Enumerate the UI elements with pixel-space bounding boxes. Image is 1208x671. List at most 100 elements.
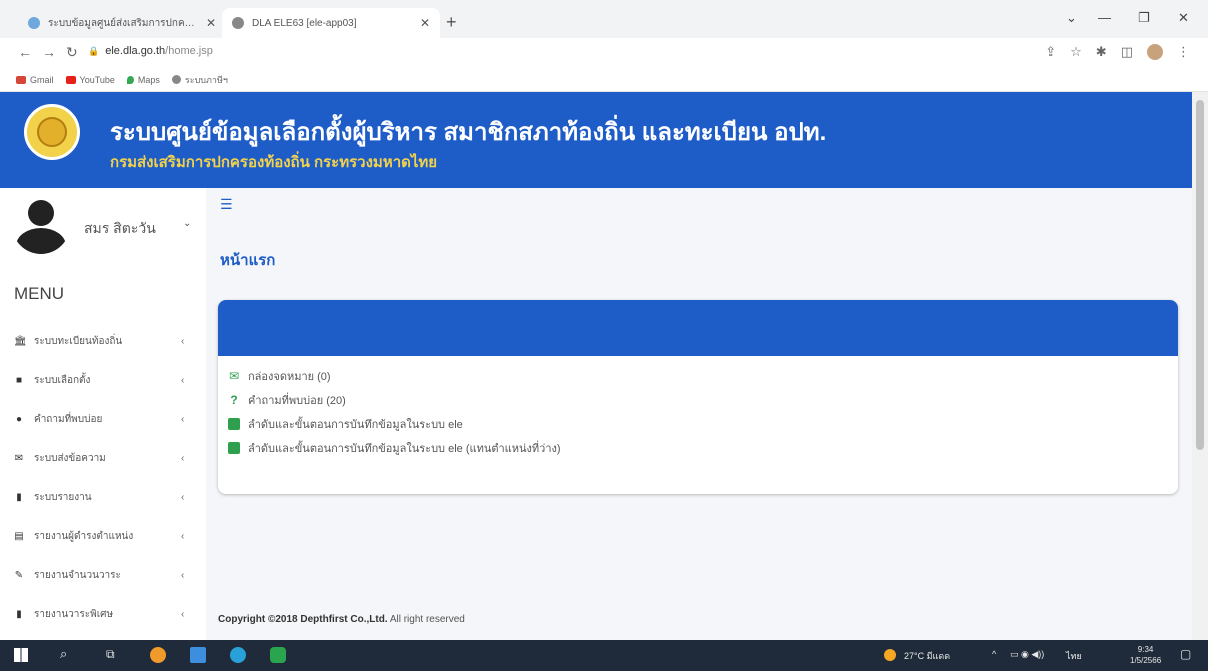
site-title: ระบบศูนย์ข้อมูลเลือกตั้งผู้บริหาร สมาชิก… bbox=[110, 119, 827, 146]
footer-rights: All right reserved bbox=[387, 614, 465, 625]
browser-tab-2[interactable]: DLA ELE63 [ele-app03] ✕ bbox=[222, 8, 440, 38]
chevron-left-icon: ‹ bbox=[181, 453, 185, 464]
envelope-icon: ✉ bbox=[14, 453, 24, 464]
sidebar-item-officeholder-report[interactable]: ▤ รายงานผู้ดำรงตำแหน่ง ‹ bbox=[0, 517, 206, 556]
sidebar-item-special-term-report[interactable]: ▮ รายงานวาระพิเศษ ‹ bbox=[0, 595, 206, 634]
inbox-icon: ✉ bbox=[228, 369, 240, 383]
bookmark-tax[interactable]: ระบบภาษีฯ bbox=[171, 73, 228, 87]
sidepanel-icon[interactable]: ◫ bbox=[1121, 44, 1133, 60]
notification-icon[interactable]: ▢ bbox=[1180, 647, 1191, 661]
chevron-left-icon: ‹ bbox=[181, 414, 185, 425]
maps-icon bbox=[126, 75, 134, 84]
book-icon bbox=[228, 442, 240, 454]
bookmark-maps[interactable]: Maps bbox=[126, 75, 160, 85]
url-path: /home.jsp bbox=[165, 45, 213, 57]
tab-favicon-icon bbox=[232, 17, 244, 29]
search-icon[interactable]: ⌕ bbox=[60, 646, 67, 662]
globe-icon bbox=[171, 75, 181, 84]
sidebar-item-faq[interactable]: ● คำถามที่พบบ่อย ‹ bbox=[0, 400, 206, 439]
briefcase-icon: ■ bbox=[15, 375, 23, 386]
edge-icon[interactable] bbox=[230, 647, 246, 663]
chevron-left-icon: ‹ bbox=[181, 609, 185, 620]
browser-tab-1[interactable]: ระบบข้อมูลศูนย์ส่งเสริมการปกครอง... ✕ bbox=[18, 8, 226, 38]
windows-taskbar: ⌕ ⧉ 27°C มีแดด ^ ▭ ◉ ◀)) ไทย 9:34 1/5/25… bbox=[0, 640, 1208, 671]
user-avatar-icon bbox=[12, 196, 70, 254]
sidebar-item-term-count-report[interactable]: ✎ รายงานจำนวนวาระ ‹ bbox=[0, 556, 206, 595]
close-tab-icon[interactable]: ✕ bbox=[206, 16, 216, 30]
sidebar-item-local-registry[interactable]: 🏛 ระบบทะเบียนท้องถิ่น ‹ bbox=[0, 322, 206, 361]
tab-search-icon[interactable]: ⌄ bbox=[1066, 10, 1077, 26]
tray-chevron-icon[interactable]: ^ bbox=[992, 649, 996, 659]
task-view-icon[interactable]: ⧉ bbox=[106, 647, 115, 662]
link-list: ✉ กล่องจดหมาย (0) ? คำถามที่พบบ่อย (20) … bbox=[218, 356, 1178, 460]
bookmark-gmail[interactable]: Gmail bbox=[16, 75, 54, 85]
question-icon: ? bbox=[230, 393, 238, 407]
sidebar-item-election[interactable]: ■ ระบบเลือกตั้ง ‹ bbox=[0, 361, 206, 400]
reload-icon[interactable]: ↻ bbox=[66, 44, 78, 61]
bank-icon: 🏛 bbox=[14, 336, 27, 347]
chevron-left-icon: ‹ bbox=[181, 375, 185, 386]
new-tab-icon[interactable]: + bbox=[446, 12, 457, 33]
chevron-left-icon: ‹ bbox=[181, 336, 185, 347]
bookmark-youtube[interactable]: YouTube bbox=[65, 75, 115, 85]
clock[interactable]: 9:34 1/5/2566 bbox=[1130, 644, 1161, 666]
sidebar: สมร สิตะวัน ⌄ MENU 🏛 ระบบทะเบียนท้องถิ่น… bbox=[0, 188, 206, 640]
language-indicator[interactable]: ไทย bbox=[1066, 649, 1082, 663]
file-explorer-icon[interactable] bbox=[190, 647, 206, 663]
sidebar-item-messaging[interactable]: ✉ ระบบส่งข้อความ ‹ bbox=[0, 439, 206, 478]
browser-tab-bar: ระบบข้อมูลศูนย์ส่งเสริมการปกครอง... ✕ DL… bbox=[0, 0, 1208, 38]
youtube-icon bbox=[65, 75, 76, 84]
chevron-left-icon: ‹ bbox=[181, 531, 185, 542]
chrome-taskbar-icon[interactable] bbox=[150, 647, 166, 663]
weather-icon bbox=[884, 649, 896, 661]
chevron-left-icon: ‹ bbox=[181, 570, 185, 581]
close-tab-icon[interactable]: ✕ bbox=[420, 16, 430, 30]
dla-seal-logo bbox=[24, 104, 80, 160]
minimize-icon[interactable]: — bbox=[1098, 10, 1111, 25]
weather-text[interactable]: 27°C มีแดด bbox=[904, 649, 950, 663]
file-icon: ▮ bbox=[16, 492, 22, 503]
url-domain: ele.dla.go.th bbox=[105, 45, 166, 57]
gmail-icon bbox=[16, 75, 26, 84]
page-title: หน้าแรก bbox=[220, 252, 276, 269]
user-dropdown-icon[interactable]: ⌄ bbox=[183, 218, 191, 229]
main-content: ☰ หน้าแรก ✉ กล่องจดหมาย (0) ? คำถามที่พบ… bbox=[206, 188, 1192, 640]
site-subtitle: กรมส่งเสริมการปกครองท้องถิ่น กระทรวงมหาด… bbox=[110, 154, 438, 171]
bookmark-star-icon[interactable]: ☆ bbox=[1070, 44, 1082, 60]
card-header bbox=[218, 300, 1178, 356]
line-app-icon[interactable] bbox=[270, 647, 286, 663]
hamburger-menu-icon[interactable]: ☰ bbox=[220, 196, 233, 213]
sidebar-item-reports[interactable]: ▮ ระบบรายงาน ‹ bbox=[0, 478, 206, 517]
close-window-icon[interactable]: ✕ bbox=[1178, 10, 1189, 26]
share-icon[interactable]: ⇪ bbox=[1045, 44, 1056, 60]
scrollbar-thumb[interactable] bbox=[1196, 100, 1204, 450]
tray-icons[interactable]: ▭ ◉ ◀)) bbox=[1010, 649, 1044, 660]
back-icon[interactable]: ← bbox=[18, 44, 32, 60]
faq-link[interactable]: ? คำถามที่พบบ่อย (20) bbox=[228, 388, 1178, 412]
address-bar: ← → ↻ 🔒 ele.dla.go.th /home.jsp ⇪ ☆ ✱ ◫ … bbox=[0, 38, 1208, 68]
lock-icon: 🔒 bbox=[88, 45, 100, 56]
manual-link[interactable]: ลำดับและขั้นตอนการบันทึกข้อมูลในระบบ ele bbox=[228, 412, 1178, 436]
manual-vacancy-link[interactable]: ลำดับและขั้นตอนการบันทึกข้อมูลในระบบ ele… bbox=[228, 436, 1178, 460]
url-field[interactable]: 🔒 ele.dla.go.th /home.jsp bbox=[88, 45, 213, 57]
menu-title: MENU bbox=[14, 284, 65, 303]
book-icon bbox=[228, 418, 240, 430]
sidebar-menu: 🏛 ระบบทะเบียนท้องถิ่น ‹ ■ ระบบเลือกตั้ง … bbox=[0, 322, 206, 634]
forward-icon[interactable]: → bbox=[42, 44, 56, 60]
bookmarks-bar: Gmail YouTube Maps ระบบภาษีฯ bbox=[0, 68, 1208, 92]
inbox-link[interactable]: ✉ กล่องจดหมาย (0) bbox=[228, 364, 1178, 388]
site-header: ระบบศูนย์ข้อมูลเลือกตั้งผู้บริหาร สมาชิก… bbox=[0, 92, 1192, 188]
chevron-left-icon: ‹ bbox=[181, 492, 185, 503]
clock-time: 9:34 bbox=[1137, 645, 1154, 654]
windows-start-icon[interactable] bbox=[14, 648, 28, 662]
clock-date: 1/5/2566 bbox=[1130, 656, 1162, 665]
tab-title: DLA ELE63 [ele-app03] bbox=[252, 17, 357, 29]
page-scrollbar[interactable] bbox=[1192, 92, 1208, 640]
restore-icon[interactable]: ❐ bbox=[1138, 10, 1150, 26]
extensions-icon[interactable]: ✱ bbox=[1096, 44, 1107, 60]
question-circle-icon: ● bbox=[15, 414, 23, 425]
footer: Copyright ©2018 Depthfirst Co.,Ltd. All … bbox=[218, 614, 465, 625]
user-name[interactable]: สมร สิตะวัน bbox=[84, 218, 156, 240]
browser-menu-icon[interactable]: ⋮ bbox=[1177, 44, 1190, 60]
profile-avatar-icon[interactable] bbox=[1147, 44, 1163, 60]
